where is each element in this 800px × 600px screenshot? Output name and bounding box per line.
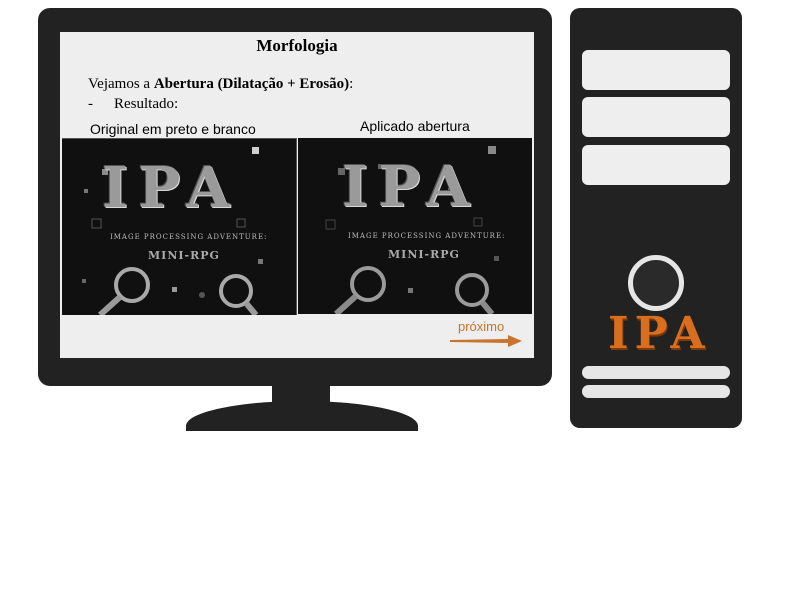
next-link[interactable]: próximo xyxy=(458,319,504,334)
drive-bay-3 xyxy=(582,145,730,185)
drive-bay-1 xyxy=(582,50,730,90)
intro-bold: Abertura (Dilatação + Erosão) xyxy=(153,76,350,92)
vent-slot-2 xyxy=(582,385,730,398)
original-image: IPA IMAGE PROCESSING ADVENTURE: MINI-RPG xyxy=(62,138,297,315)
caption-original: Original em preto e branco xyxy=(90,121,256,137)
arrow-right-icon[interactable] xyxy=(450,335,522,347)
magnifier-icon xyxy=(333,266,495,314)
bullet-text: Resultado: xyxy=(114,96,179,112)
drive-bay-2 xyxy=(582,97,730,137)
monitor: Morfologia Vejamos a Abertura (Dilatação… xyxy=(38,8,552,386)
tower-ipa-logo: IPA xyxy=(608,308,711,359)
intro-prefix: Vejamos a xyxy=(88,76,154,92)
bullet-line: - Resultado: xyxy=(88,96,178,113)
computer-tower: IPA xyxy=(570,8,742,428)
vent-slot-1 xyxy=(582,366,730,379)
monitor-stand-base xyxy=(186,401,418,431)
slide-title: Morfologia xyxy=(256,36,338,55)
intro-suffix: : xyxy=(349,76,354,92)
intro-line: Vejamos a Abertura (Dilatação + Erosão): xyxy=(88,76,353,93)
monitor-screen: Morfologia Vejamos a Abertura (Dilatação… xyxy=(60,32,534,358)
caption-opening: Aplicado abertura xyxy=(360,118,470,134)
bullet-dash: - xyxy=(88,96,93,112)
magnifier-icon xyxy=(97,267,259,315)
power-button-icon[interactable] xyxy=(628,255,684,311)
opened-image: IPA IMAGE PROCESSING ADVENTURE: MINI-RPG xyxy=(298,138,532,314)
